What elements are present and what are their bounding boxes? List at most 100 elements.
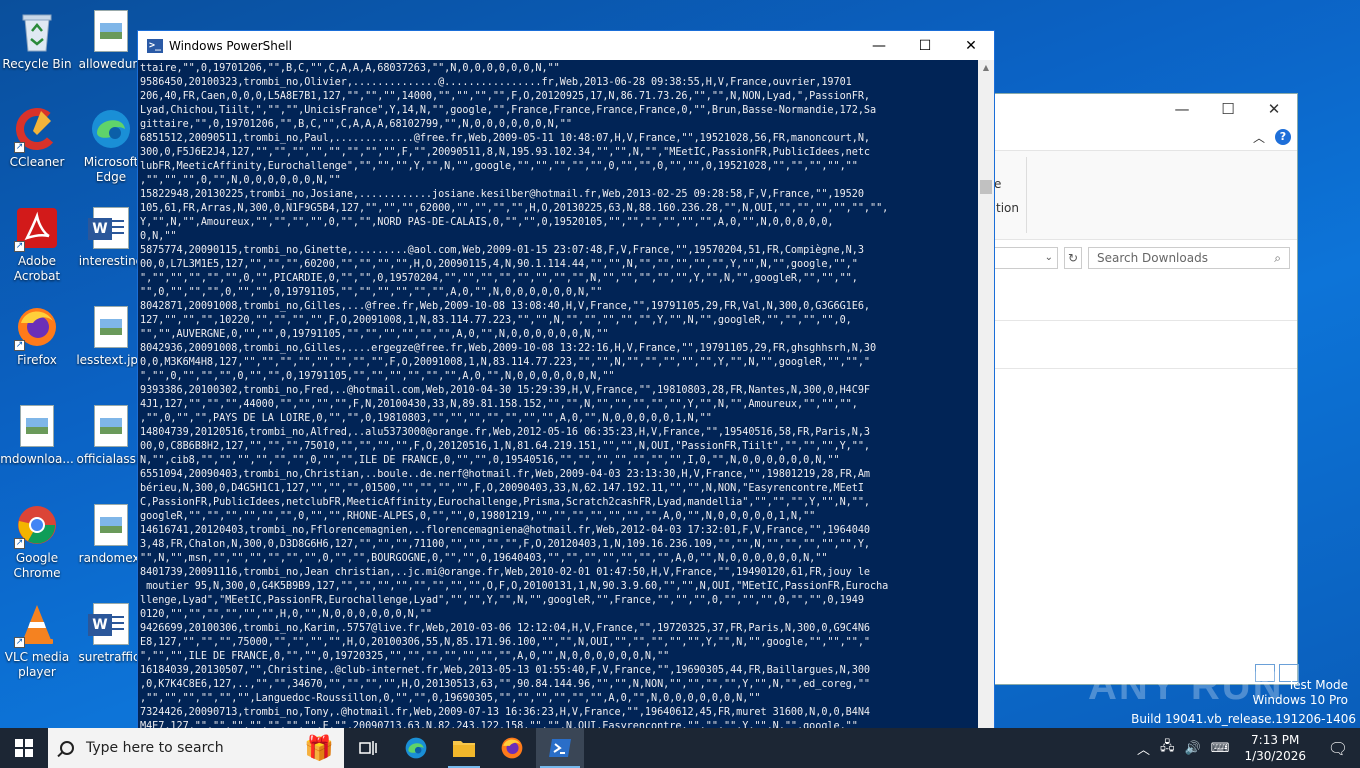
console-line: 16184039,20130507,"",Christine,.@club-in… bbox=[140, 665, 871, 676]
ccleaner-icon: ↗ bbox=[14, 106, 60, 153]
help-icon[interactable]: ? bbox=[1275, 129, 1291, 145]
console-line: Y,"",N,"",Amoureux,"","","","",0,"","",N… bbox=[140, 217, 834, 228]
chevron-down-icon: ⌄ bbox=[1044, 252, 1053, 263]
console-line: 9586450,20100323,trombi_no,Olivier,.....… bbox=[140, 77, 852, 88]
edge-icon bbox=[88, 106, 134, 152]
powershell-icon bbox=[549, 739, 571, 757]
desktop-icon-label: VLC media player bbox=[4, 650, 70, 679]
console-line: ","","",ILE DE FRANCE,0,"","",0,19720325… bbox=[140, 651, 670, 662]
console-line: "",0,"","","",0,"","",0,19791105,"","","… bbox=[140, 287, 603, 298]
console-line: 127,"","","",10220,"","","","",F,O,20091… bbox=[140, 315, 852, 326]
keyboard-icon[interactable]: ⌨ bbox=[1206, 741, 1235, 756]
console-line: ","","","","","",0,"",PICARDIE,0,"","",0… bbox=[140, 273, 858, 284]
desktop-icon-chrome[interactable]: ↗ Google Chrome bbox=[0, 502, 74, 581]
explorer-maximize-button[interactable]: ☐ bbox=[1205, 94, 1251, 124]
refresh-button[interactable]: ↻ bbox=[1064, 247, 1082, 269]
close-button[interactable]: ✕ bbox=[948, 31, 994, 60]
console-line: Lyad,Chichou,Tiilt,","","",UnicisFrance"… bbox=[140, 105, 877, 116]
taskbar-edge-button[interactable] bbox=[392, 728, 440, 768]
console-line: 105,61,FR,Arras,N,300,0,N1F9G5B4,127,"",… bbox=[140, 203, 889, 214]
ribbon-partial-text: tion bbox=[996, 201, 1019, 215]
desktop-icon-vlc[interactable]: ↗ VLC media player bbox=[0, 601, 74, 680]
notifications-button[interactable]: 🗨 bbox=[1316, 728, 1360, 768]
build-label: Build 19041.vb_release.191206-1406 bbox=[1131, 712, 1356, 726]
windows-logo-icon bbox=[15, 739, 33, 757]
taskbar-firefox-button[interactable] bbox=[488, 728, 536, 768]
console-line: "",N,"",msn,"","","","","","",0,"","",BO… bbox=[140, 553, 828, 564]
console-line: bérieu,N,300,0,D4G5H1C1,127,"","","",015… bbox=[140, 483, 864, 494]
start-button[interactable] bbox=[0, 728, 48, 768]
console-line: 14616741,20120403,trombi_no,Fflorencemag… bbox=[140, 525, 871, 536]
desktop-icon-acrobat[interactable]: ↗ Adobe Acrobat bbox=[0, 205, 74, 284]
console-line: llenge,Lyad","MEetIC,PassionFR,Eurochall… bbox=[140, 595, 864, 606]
desktop-icon-label: CCleaner bbox=[9, 155, 65, 169]
acrobat-icon: ↗ bbox=[14, 205, 60, 252]
console-line: 0120,"","","","","","",H,0,"",N,0,0,0,0,… bbox=[140, 609, 433, 620]
desktop-icon-recycle-bin[interactable]: Recycle Bin bbox=[0, 8, 74, 72]
vlc-icon: ↗ bbox=[14, 601, 60, 648]
chrome-icon: ↗ bbox=[14, 502, 60, 549]
console-line: 206,40,FR,Caen,0,0,0,L5A8E7B1,127,"","",… bbox=[140, 91, 871, 102]
folder-icon bbox=[453, 741, 475, 757]
task-view-icon bbox=[359, 741, 377, 755]
image-file-icon bbox=[14, 403, 60, 449]
scrollbar-thumb[interactable] bbox=[980, 180, 992, 194]
console-line: 0,N,"" bbox=[140, 231, 177, 242]
powershell-window[interactable]: >_ Windows PowerShell — ☐ ✕ ttaire,"",0,… bbox=[137, 30, 995, 750]
explorer-minimize-button[interactable]: — bbox=[1159, 94, 1205, 124]
console-line: 5875774,20090115,trombi_no,Ginette,.....… bbox=[140, 245, 864, 256]
address-dropdown[interactable]: ⌄ bbox=[994, 247, 1058, 269]
explorer-close-button[interactable]: ✕ bbox=[1251, 94, 1297, 124]
desktop-icon-label: Recycle Bin bbox=[2, 57, 72, 71]
console-line: 8042936,20091008,trombi_no,Gilles,....er… bbox=[140, 343, 877, 354]
console-line: ,"",0,"","",PAYS DE LA LOIRE,0,"","",0,1… bbox=[140, 413, 712, 424]
powershell-icon: >_ bbox=[147, 38, 163, 53]
clock[interactable]: 7:13 PM 1/30/2026 bbox=[1234, 732, 1316, 764]
console-line: 15822948,20130225,trombi_no,Josiane,....… bbox=[140, 189, 864, 200]
clock-date: 1/30/2026 bbox=[1244, 749, 1306, 763]
explorer-search-input[interactable]: Search Downloads ⌕ bbox=[1088, 247, 1290, 269]
minimize-button[interactable]: — bbox=[856, 31, 902, 60]
taskbar-powershell-button[interactable] bbox=[536, 728, 584, 768]
taskbar-search-placeholder: Type here to search bbox=[86, 740, 224, 756]
test-mode-label: Test Mode bbox=[1287, 678, 1348, 692]
word-doc-icon: W bbox=[88, 601, 134, 647]
taskbar-search-box[interactable]: Type here to search 🎁 bbox=[48, 728, 344, 768]
explorer-title-bar: — ☐ ✕ bbox=[994, 94, 1297, 124]
console-line: 6851512,20090511,trombi_no,Paul,........… bbox=[140, 133, 871, 144]
console-line: 4J1,127,"","","",44000,"","","","",F,N,2… bbox=[140, 399, 858, 410]
console-output[interactable]: ttaire,"",0,19701206,"",B,C,"",C,A,A,A,6… bbox=[138, 60, 979, 749]
chevron-up-icon[interactable]: ︿ bbox=[1253, 129, 1265, 146]
console-line: googleR,"","","","","","",0,"","",RHONE-… bbox=[140, 511, 816, 522]
desktop-icon-firefox[interactable]: ↗ Firefox bbox=[0, 304, 74, 368]
explorer-window[interactable]: — ☐ ✕ ︿ ? e tion ⌄ ↻ Search Downloads ⌕ bbox=[993, 93, 1298, 685]
taskbar-file-explorer-button[interactable] bbox=[440, 728, 488, 768]
desktop-icon-mdownload[interactable]: mdownloa... bbox=[0, 403, 74, 467]
system-tray: ︿ 🖧 🔊 ⌨ 7:13 PM 1/30/2026 🗨 bbox=[1132, 728, 1360, 768]
search-icon bbox=[60, 741, 74, 755]
vertical-scrollbar[interactable]: ▲ ▼ bbox=[978, 60, 994, 749]
network-icon[interactable]: 🖧 bbox=[1155, 737, 1180, 759]
volume-icon[interactable]: 🔊 bbox=[1180, 741, 1206, 756]
console-line: ,"","","","","","",Languedoc-Roussillon,… bbox=[140, 693, 761, 704]
console-line: 9393386,20100302,trombi_no,Fred,..@hotma… bbox=[140, 385, 871, 396]
word-doc-icon: W bbox=[88, 205, 134, 251]
firefox-icon bbox=[501, 737, 523, 759]
image-file-icon bbox=[88, 502, 134, 548]
scroll-up-icon[interactable]: ▲ bbox=[978, 60, 994, 76]
image-file-icon bbox=[88, 403, 134, 449]
notification-icon: 🗨 bbox=[1327, 738, 1349, 758]
powershell-title-bar[interactable]: >_ Windows PowerShell — ☐ ✕ bbox=[138, 31, 994, 60]
console-line: moutier 95,N,300,0,G4K5B9B9,127,"","",""… bbox=[140, 581, 889, 592]
desktop-icon-ccleaner[interactable]: ↗ CCleaner bbox=[0, 106, 74, 170]
console-line: 00,0,C8B6B8H2,127,"","","",75010,"","","… bbox=[140, 441, 871, 452]
ribbon-separator bbox=[1026, 157, 1027, 233]
taskbar: Type here to search 🎁 ︿ 🖧 🔊 ⌨ 7:13 PM 1/… bbox=[0, 728, 1360, 768]
console-line: gittaire,"",0,19701206,"",B,C,"",C,A,A,A… bbox=[140, 119, 572, 130]
console-line: ,"","","",0,"",N,0,0,0,0,0,0,N,"" bbox=[140, 175, 341, 186]
maximize-button[interactable]: ☐ bbox=[902, 31, 948, 60]
task-view-button[interactable] bbox=[344, 728, 392, 768]
console-line: 9426699,20100306,trombi_no,Karim,.5757@l… bbox=[140, 623, 871, 634]
console-line: "","",AUVERGNE,0,"","",0,19791105,"","",… bbox=[140, 329, 609, 340]
chevron-up-icon[interactable]: ︿ bbox=[1132, 739, 1155, 758]
